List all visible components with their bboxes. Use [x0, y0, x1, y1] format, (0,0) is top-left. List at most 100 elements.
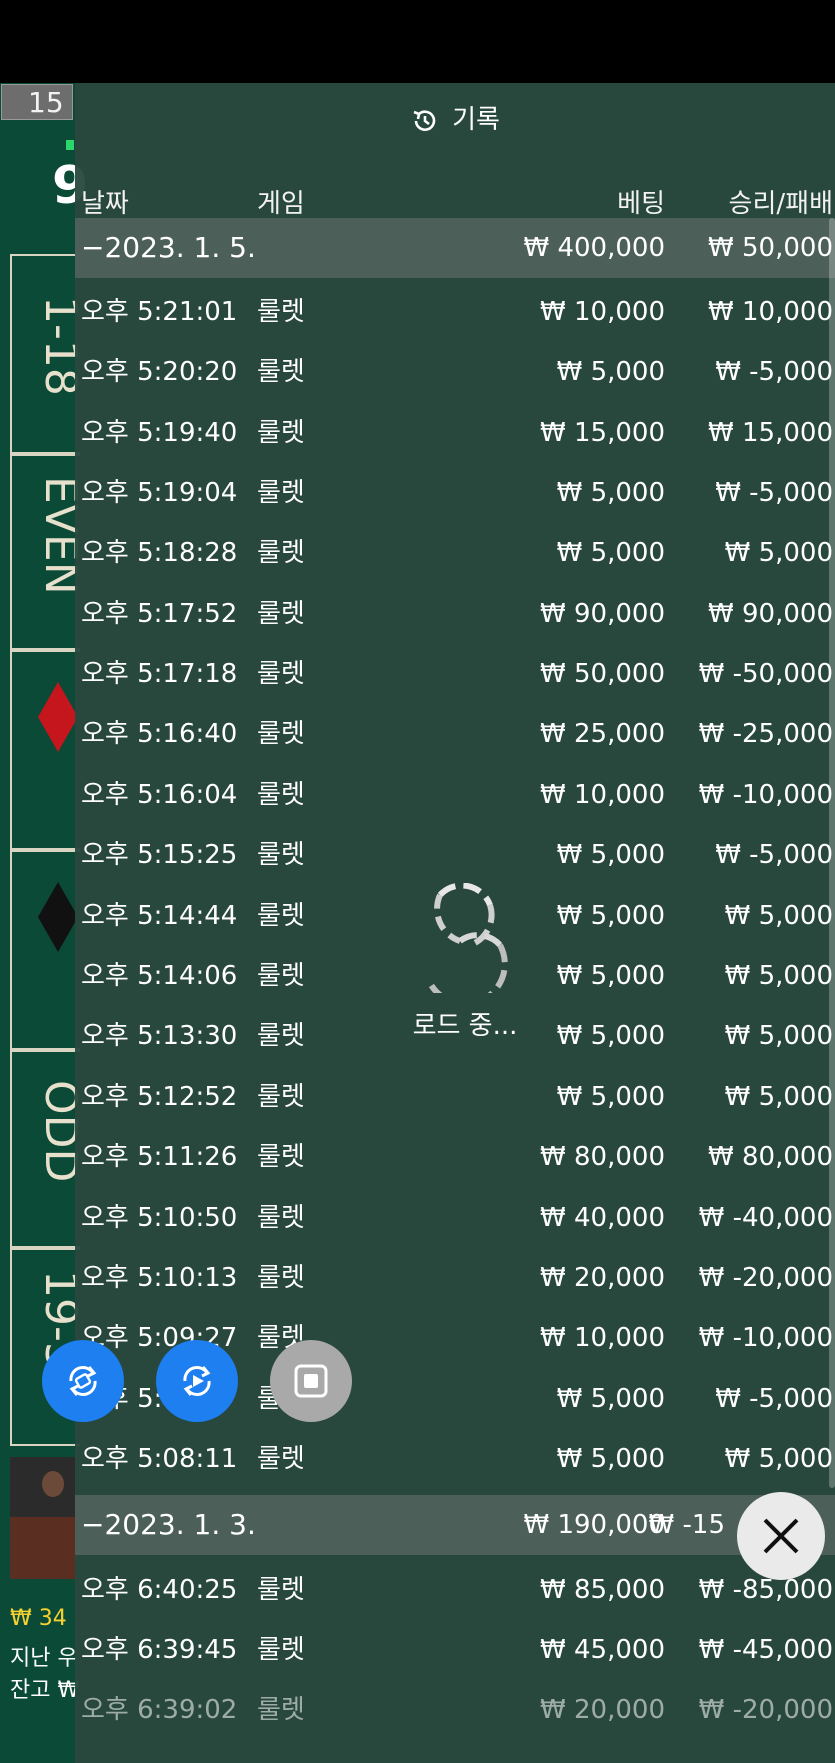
history-row[interactable]: 오후 5:19:04 룰렛 ₩ 5,000 ₩ -5,000 — [75, 463, 835, 523]
last-number-badge: 15 — [1, 84, 73, 120]
history-header: 기록 — [75, 99, 835, 139]
history-row[interactable]: 오후 6:40:25 룰렛 ₩ 85,000 ₩ -85,000 — [75, 1560, 835, 1620]
row-game: 룰렛 — [257, 357, 305, 387]
row-game: 룰렛 — [257, 418, 305, 448]
row-time: 오후 5:19:04 — [81, 478, 238, 508]
row-bet: ₩ 10,000 — [540, 1323, 665, 1353]
scrollbar[interactable] — [829, 218, 835, 1488]
stop-button[interactable] — [270, 1340, 352, 1422]
row-winloss: ₩ 5,000 — [724, 1021, 833, 1051]
history-icon — [413, 109, 436, 131]
row-time: 오후 5:16:04 — [81, 780, 238, 810]
group-total-bet: ₩ 400,000 — [523, 233, 666, 263]
column-winloss: 승리/패배 — [728, 189, 833, 219]
replay-button[interactable] — [156, 1340, 238, 1422]
row-winloss: ₩ 80,000 — [708, 1142, 833, 1172]
history-row[interactable]: 오후 5:16:04 룰렛 ₩ 10,000 ₩ -10,000 — [75, 765, 835, 825]
row-bet: ₩ 5,000 — [556, 840, 665, 870]
row-winloss: ₩ -20,000 — [698, 1695, 833, 1725]
wheel-image — [10, 1517, 76, 1579]
row-time: 오후 5:21:01 — [81, 297, 238, 327]
row-time: 오후 5:17:52 — [81, 599, 238, 629]
row-winloss: ₩ 15,000 — [708, 418, 833, 448]
row-winloss: ₩ -10,000 — [698, 1323, 833, 1353]
row-game: 룰렛 — [257, 901, 305, 931]
balance-label: 잔고 ₩ — [10, 1678, 80, 1703]
row-bet: ₩ 25,000 — [540, 719, 665, 749]
column-game: 게임 — [257, 189, 305, 219]
date-group-row[interactable]: −2023. 1. 3. ₩ 190,000 ₩ -15 — [75, 1495, 835, 1555]
history-row[interactable]: 오후 5:11:26 룰렛 ₩ 80,000 ₩ 80,000 — [75, 1127, 835, 1187]
row-bet: ₩ 5,000 — [556, 1082, 665, 1112]
row-bet: ₩ 20,000 — [540, 1695, 665, 1725]
row-game: 룰렛 — [257, 1575, 305, 1605]
row-bet: ₩ 5,000 — [556, 901, 665, 931]
row-bet: ₩ 5,000 — [556, 478, 665, 508]
row-game: 룰렛 — [257, 297, 305, 327]
row-game: 룰렛 — [257, 599, 305, 629]
row-bet: ₩ 5,000 — [556, 538, 665, 568]
dealer-video-thumbnail[interactable] — [10, 1457, 76, 1579]
row-bet: ₩ 80,000 — [540, 1142, 665, 1172]
row-time: 오후 5:18:28 — [81, 538, 238, 568]
history-row[interactable]: 오후 5:17:52 룰렛 ₩ 90,000 ₩ 90,000 — [75, 584, 835, 644]
history-row[interactable]: 오후 5:15:25 룰렛 ₩ 5,000 ₩ -5,000 — [75, 825, 835, 885]
row-time: 오후 5:14:06 — [81, 961, 238, 991]
row-time: 오후 5:13:30 — [81, 1021, 238, 1051]
history-row[interactable]: 오후 6:39:45 룰렛 ₩ 45,000 ₩ -45,000 — [75, 1620, 835, 1680]
row-game: 룰렛 — [257, 780, 305, 810]
loading-text: 로드 중... — [412, 1011, 518, 1041]
row-time: 오후 6:40:25 — [81, 1575, 238, 1605]
row-winloss: ₩ -5,000 — [715, 357, 833, 387]
history-row[interactable]: 오후 5:20:20 룰렛 ₩ 5,000 ₩ -5,000 — [75, 342, 835, 402]
history-panel: 기록 날짜 게임 베팅 승리/패배 −2023. 1. 5. ₩ 400,000… — [75, 83, 835, 1763]
history-row[interactable]: 오후 5:16:40 룰렛 ₩ 25,000 ₩ -25,000 — [75, 704, 835, 764]
row-winloss: ₩ -40,000 — [698, 1203, 833, 1233]
history-row[interactable]: 오후 5:17:18 룰렛 ₩ 50,000 ₩ -50,000 — [75, 644, 835, 704]
close-button[interactable] — [737, 1492, 825, 1580]
row-winloss: ₩ -45,000 — [698, 1635, 833, 1665]
row-winloss: ₩ 5,000 — [724, 1082, 833, 1112]
date-group-row[interactable]: −2023. 1. 5. ₩ 400,000 ₩ 50,000 — [75, 218, 835, 278]
row-game: 룰렛 — [257, 478, 305, 508]
group-total-bet: ₩ 190,000 — [523, 1510, 666, 1540]
row-time: 오후 5:12:52 — [81, 1082, 238, 1112]
row-bet: ₩ 20,000 — [540, 1263, 665, 1293]
row-game: 룰렛 — [257, 1263, 305, 1293]
row-time: 오후 6:39:45 — [81, 1635, 238, 1665]
row-winloss: ₩ 10,000 — [708, 297, 833, 327]
green-marker — [66, 140, 74, 150]
row-winloss: ₩ 5,000 — [724, 901, 833, 931]
history-row[interactable]: 오후 5:21:01 룰렛 ₩ 10,000 ₩ 10,000 — [75, 282, 835, 342]
auto-rotate-icon — [69, 1366, 97, 1396]
history-row[interactable]: 오후 5:12:52 룰렛 ₩ 5,000 ₩ 5,000 — [75, 1067, 835, 1127]
group-date: −2023. 1. 5. — [81, 231, 256, 264]
row-time: 오후 6:39:02 — [81, 1695, 238, 1725]
row-time: 오후 5:11:26 — [81, 1142, 238, 1172]
row-winloss: ₩ -50,000 — [698, 659, 833, 689]
row-time: 오후 5:15:25 — [81, 840, 238, 870]
loading-spinner-icon — [427, 882, 508, 1007]
group-date: −2023. 1. 3. — [81, 1508, 256, 1541]
history-row[interactable]: 오후 5:08:11 룰렛 ₩ 5,000 ₩ 5,000 — [75, 1429, 835, 1489]
auto-rotate-button[interactable] — [42, 1340, 124, 1422]
row-bet: ₩ 10,000 — [540, 780, 665, 810]
row-winloss: ₩ -20,000 — [698, 1263, 833, 1293]
row-bet: ₩ 50,000 — [540, 659, 665, 689]
history-row[interactable]: 오후 6:39:02 룰렛 ₩ 20,000 ₩ -20,000 — [75, 1680, 835, 1740]
row-game: 룰렛 — [257, 1082, 305, 1112]
history-row[interactable]: 오후 5:19:40 룰렛 ₩ 15,000 ₩ 15,000 — [75, 403, 835, 463]
row-winloss: ₩ 90,000 — [708, 599, 833, 629]
history-row[interactable]: 오후 5:18:28 룰렛 ₩ 5,000 ₩ 5,000 — [75, 523, 835, 583]
row-time: 오후 5:14:44 — [81, 901, 238, 931]
row-bet: ₩ 45,000 — [540, 1635, 665, 1665]
row-game: 룰렛 — [257, 719, 305, 749]
red-diamond-icon — [38, 682, 78, 752]
history-row[interactable]: 오후 5:10:50 룰렛 ₩ 40,000 ₩ -40,000 — [75, 1188, 835, 1248]
history-row[interactable]: 오후 5:10:13 룰렛 ₩ 20,000 ₩ -20,000 — [75, 1248, 835, 1308]
group-total-winloss: ₩ -15 — [648, 1510, 725, 1540]
row-game: 룰렛 — [257, 1635, 305, 1665]
row-bet: ₩ 90,000 — [540, 599, 665, 629]
row-time: 오후 5:08:11 — [81, 1444, 238, 1474]
row-bet: ₩ 40,000 — [540, 1203, 665, 1233]
